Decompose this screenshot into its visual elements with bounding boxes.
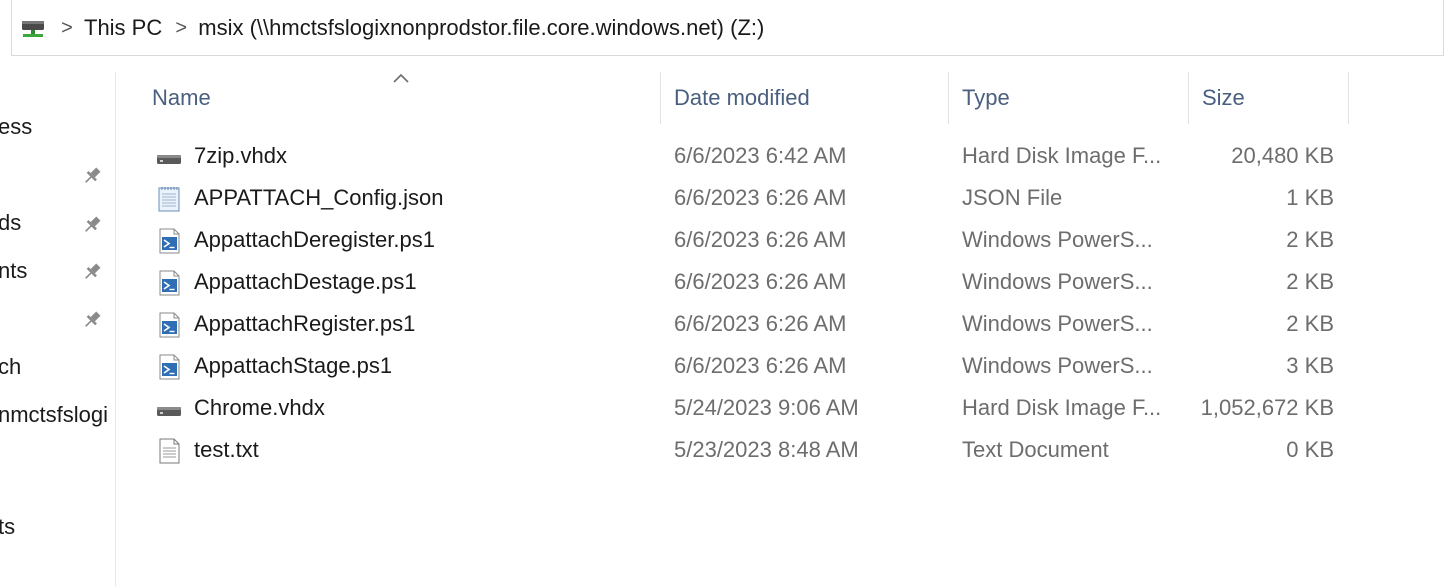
pin-icon[interactable]	[80, 164, 104, 188]
disk-image-icon	[154, 142, 184, 172]
file-name: Chrome.vhdx	[194, 395, 325, 420]
text-document-icon	[154, 436, 184, 466]
address-bar[interactable]: > This PC > msix (\\hmctsfslogixnonprods…	[11, 0, 1444, 56]
file-name: AppattachStage.ps1	[194, 353, 393, 378]
chevron-right-icon[interactable]: >	[170, 0, 192, 56]
file-name: AppattachRegister.ps1	[194, 311, 416, 336]
column-header-size-label: Size	[1202, 85, 1245, 110]
nav-item-folder[interactable]: ch	[0, 354, 21, 380]
file-date: 5/24/2023 9:06 AM	[674, 395, 859, 420]
file-size: 2 KB	[1286, 227, 1334, 252]
file-row[interactable]: AppattachRegister.ps1 6/6/2023 6:26 AM W…	[130, 303, 1360, 345]
file-size: 0 KB	[1286, 437, 1334, 462]
file-date: 6/6/2023 6:26 AM	[674, 311, 847, 336]
file-type: Hard Disk Image F...	[962, 143, 1162, 168]
file-type: Windows PowerS...	[962, 311, 1153, 336]
disk-image-icon	[154, 394, 184, 424]
file-row[interactable]: 7zip.vhdx 6/6/2023 6:42 AM Hard Disk Ima…	[130, 135, 1360, 177]
navigation-pane: ess ds nts ch nmctsfslogi ts	[0, 72, 116, 586]
column-header-size[interactable]: Size	[1202, 72, 1348, 124]
file-size: 2 KB	[1286, 311, 1334, 336]
pin-icon[interactable]	[80, 260, 104, 284]
file-type: Windows PowerS...	[962, 227, 1153, 252]
file-size: 1 KB	[1286, 185, 1334, 210]
file-date: 6/6/2023 6:26 AM	[674, 269, 847, 294]
nav-item-documents-2[interactable]: ts	[0, 514, 15, 540]
file-type: Hard Disk Image F...	[962, 395, 1162, 420]
file-name: APPATTACH_Config.json	[194, 185, 444, 210]
column-header-date-label: Date modified	[674, 85, 810, 110]
column-divider[interactable]	[1188, 72, 1189, 124]
column-header-name[interactable]: Name	[152, 72, 660, 124]
nav-item-documents[interactable]: nts	[0, 258, 27, 284]
file-name: AppattachDestage.ps1	[194, 269, 417, 294]
column-header-type-label: Type	[962, 85, 1010, 110]
pin-icon[interactable]	[80, 308, 104, 332]
file-date: 6/6/2023 6:42 AM	[674, 143, 847, 168]
file-size: 3 KB	[1286, 353, 1334, 378]
file-row[interactable]: AppattachDestage.ps1 6/6/2023 6:26 AM Wi…	[130, 261, 1360, 303]
file-date: 6/6/2023 6:26 AM	[674, 185, 847, 210]
breadcrumb-msix-drive[interactable]: msix (\\hmctsfslogixnonprodstor.file.cor…	[192, 0, 772, 56]
network-drive-icon[interactable]	[18, 13, 48, 43]
nav-item-network-share[interactable]: nmctsfslogi	[0, 402, 108, 428]
file-row[interactable]: AppattachStage.ps1 6/6/2023 6:26 AM Wind…	[130, 345, 1360, 387]
file-size: 2 KB	[1286, 269, 1334, 294]
column-header-name-label: Name	[152, 85, 211, 110]
file-type: Windows PowerS...	[962, 269, 1153, 294]
column-divider[interactable]	[1348, 72, 1349, 124]
column-header-type[interactable]: Type	[962, 72, 1188, 124]
nav-item-quick-access[interactable]: ess	[0, 114, 32, 140]
column-header-date-modified[interactable]: Date modified	[674, 72, 948, 124]
file-name: AppattachDeregister.ps1	[194, 227, 435, 252]
file-name: test.txt	[194, 437, 259, 462]
file-type: Text Document	[962, 437, 1109, 462]
file-date: 6/6/2023 6:26 AM	[674, 353, 847, 378]
nav-item-downloads[interactable]: ds	[0, 210, 21, 236]
file-date: 6/6/2023 6:26 AM	[674, 227, 847, 252]
file-row[interactable]: test.txt 5/23/2023 8:48 AM Text Document…	[130, 429, 1360, 471]
pin-icon[interactable]	[80, 213, 104, 237]
file-name: 7zip.vhdx	[194, 143, 287, 168]
file-list: Name Date modified Type Size 7zip.vhdx 6…	[130, 72, 1444, 586]
powershell-script-icon	[154, 310, 184, 340]
file-row[interactable]: AppattachDeregister.ps1 6/6/2023 6:26 AM…	[130, 219, 1360, 261]
column-divider[interactable]	[660, 72, 661, 124]
file-size: 1,052,672 KB	[1200, 395, 1334, 420]
column-divider[interactable]	[948, 72, 949, 124]
file-type: Windows PowerS...	[962, 353, 1153, 378]
breadcrumb-this-pc[interactable]: This PC	[78, 0, 170, 56]
file-size: 20,480 KB	[1231, 143, 1334, 168]
file-row[interactable]: Chrome.vhdx 5/24/2023 9:06 AM Hard Disk …	[130, 387, 1360, 429]
powershell-script-icon	[154, 268, 184, 298]
chevron-right-icon[interactable]: >	[56, 0, 78, 56]
file-row[interactable]: APPATTACH_Config.json 6/6/2023 6:26 AM J…	[130, 177, 1360, 219]
powershell-script-icon	[154, 226, 184, 256]
file-date: 5/23/2023 8:48 AM	[674, 437, 859, 462]
file-explorer-window: > This PC > msix (\\hmctsfslogixnonprods…	[0, 0, 1444, 586]
notepad-file-icon	[154, 184, 184, 214]
file-type: JSON File	[962, 185, 1063, 210]
powershell-script-icon	[154, 352, 184, 382]
